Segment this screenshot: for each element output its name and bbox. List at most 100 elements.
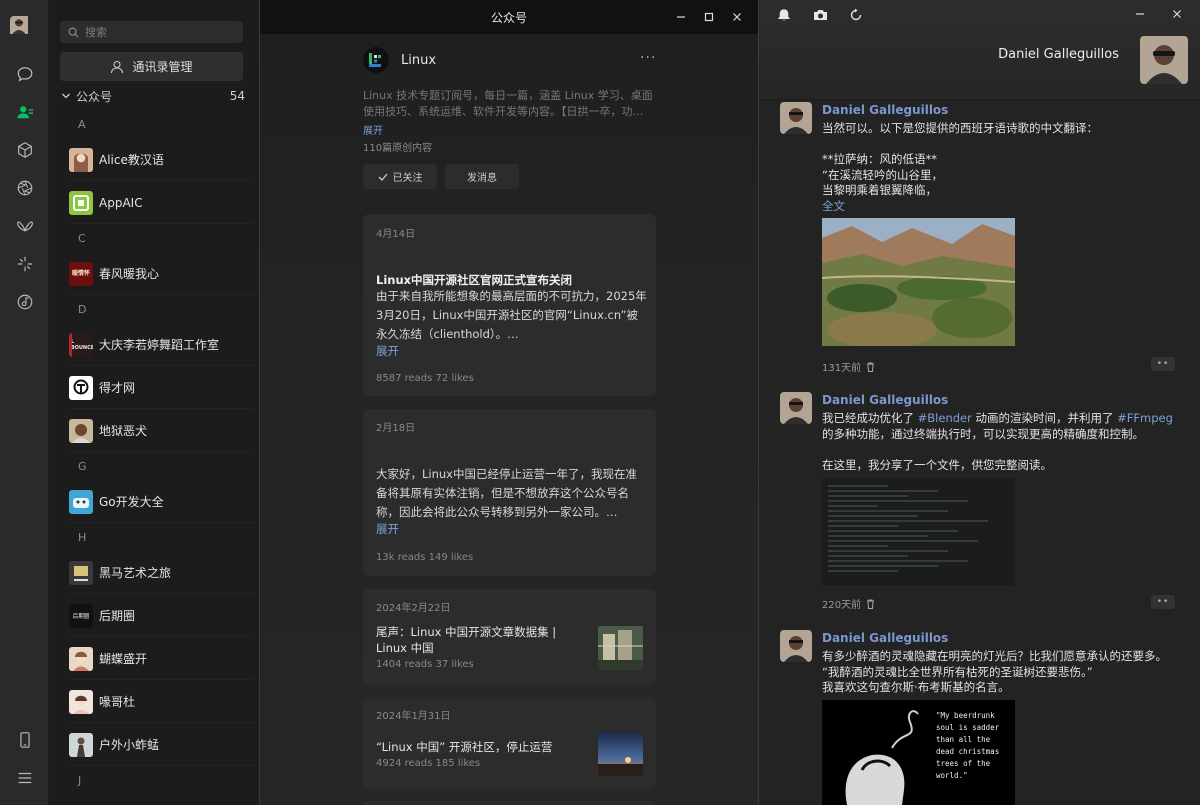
contact-name: 蝴蝶盛开 [99, 652, 148, 666]
article-card[interactable]: 2024年2月22日 尾声：Linux 中国开源文章数据集 | Linux 中国… [363, 589, 656, 685]
user-avatar[interactable] [10, 16, 39, 45]
hashtag-link[interactable]: #FFmpeg [1117, 411, 1173, 425]
window-titlebar: 公众号 [260, 0, 758, 34]
post-avatar[interactable] [780, 630, 812, 662]
followed-button[interactable]: 已关注 [363, 164, 437, 189]
article-date: 2月18日 [376, 423, 416, 434]
chevron-down-icon [62, 93, 70, 99]
contacts-panel: 搜索 通讯录管理 公众号 54 A Alice教汉语 AppAIC C 暖情怀 … [49, 0, 259, 805]
chat-icon[interactable] [0, 60, 49, 88]
article-card-partial[interactable] [363, 801, 656, 805]
article-stats: 4924 reads 185 likes [376, 758, 481, 769]
article-stats: 13k reads 149 likes [376, 552, 474, 563]
contact-avatar [69, 560, 93, 585]
window-title: 公众号 [490, 10, 527, 25]
aperture-icon[interactable] [0, 174, 49, 202]
expand-description-link[interactable]: 展开 [363, 122, 383, 137]
list-item[interactable]: Go开发大全 [69, 481, 254, 523]
post-author[interactable]: Daniel Galleguillos [822, 631, 948, 645]
quote-image-text: "My beerdrunk soul is sadder than all th… [936, 711, 1000, 780]
butterfly-icon[interactable] [0, 212, 49, 240]
contact-avatar [69, 375, 93, 400]
list-item[interactable]: 喙哥杜 [69, 681, 254, 723]
contact-name: AppAIC [99, 195, 143, 210]
followed-label: 已关注 [392, 173, 423, 184]
group-label: 公众号 [76, 89, 113, 104]
minimize-icon[interactable] [676, 12, 686, 22]
minimize-icon[interactable] [1131, 5, 1149, 23]
post-more-button[interactable]: •• [1151, 357, 1175, 371]
menu-icon[interactable] [0, 764, 49, 792]
camera-icon[interactable] [811, 6, 829, 24]
letter-header: H [78, 531, 87, 544]
post-author[interactable]: Daniel Galleguillos [822, 393, 948, 407]
contacts-manage-button[interactable]: 通讯录管理 [60, 52, 243, 81]
expand-article-link[interactable]: 展开 [376, 343, 399, 359]
article-card[interactable]: 2024年1月31日 “Linux 中国” 开源社区，停止运营 4924 rea… [363, 697, 656, 789]
close-icon[interactable] [1168, 5, 1186, 23]
refresh-icon[interactable] [847, 6, 865, 24]
post-text: 我已经成功优化了 #Blender 动画的渲染时间，并利用了 #FFmpeg 的… [822, 411, 1182, 473]
more-options-icon[interactable]: ··· [640, 50, 656, 66]
expand-article-link[interactable]: 展开 [376, 521, 399, 537]
list-item[interactable]: AppAIC [69, 182, 254, 224]
article-body: 大家好，Linux中国已经停止运营一年了，我现在准备将其原有实体注销，但是不想放… [376, 467, 637, 519]
moments-user-avatar[interactable] [1140, 36, 1188, 84]
phone-icon[interactable] [0, 726, 49, 754]
article-date: 4月14日 [376, 229, 416, 240]
contact-avatar [69, 489, 93, 514]
list-item[interactable]: 暖情怀 春风暖我心 [69, 253, 254, 295]
contact-name: 户外小蚱蜢 [99, 738, 160, 752]
box-icon[interactable] [0, 136, 49, 164]
music-icon[interactable] [0, 288, 49, 316]
letter-header: C [78, 232, 86, 245]
send-message-button[interactable]: 发消息 [445, 164, 519, 189]
search-input[interactable]: 搜索 [60, 21, 243, 43]
post-more-button[interactable]: •• [1151, 595, 1175, 609]
close-icon[interactable] [732, 12, 742, 22]
moments-pane: Daniel Galleguillos Daniel Galleguillos … [759, 0, 1200, 805]
article-card[interactable]: 2月18日 大家好，Linux中国已经停止运营一年了，我现在准备将其原有实体注销… [363, 409, 656, 576]
post-image[interactable] [822, 218, 1015, 346]
post-avatar[interactable] [780, 392, 812, 424]
list-item[interactable]: 得才网 [69, 367, 254, 409]
letter-header: A [78, 118, 86, 131]
list-item[interactable]: Alice教汉语 [69, 139, 254, 181]
linux-logo-icon [363, 47, 389, 73]
list-item[interactable]: 后期圈 后期圈 [69, 595, 254, 637]
full-text-link[interactable]: 全文 [822, 198, 845, 214]
post-avatar[interactable] [780, 102, 812, 134]
post-author[interactable]: Daniel Galleguillos [822, 103, 948, 117]
bell-icon[interactable] [775, 6, 793, 24]
list-item[interactable]: 户外小蚱蜢 [69, 724, 254, 766]
article-title: 尾声：Linux 中国开源文章数据集 | Linux 中国 [376, 625, 557, 655]
article-title: “Linux 中国” 开源社区，停止运营 [376, 740, 553, 754]
post-text: 当然可以。以下是您提供的西班牙语诗歌的中文翻译： **拉萨纳：风的低语** “在… [822, 121, 1098, 197]
contact-avatar [69, 689, 93, 714]
official-accounts-group[interactable]: 公众号 54 [61, 86, 245, 106]
list-item[interactable]: 蝴蝶盛开 [69, 638, 254, 680]
article-body: 由于来自我所能想象的最高层面的不可抗力，2025年3月20日，Linux中国开源… [376, 289, 647, 341]
maximize-icon[interactable] [704, 12, 714, 22]
search-placeholder: 搜索 [85, 26, 107, 39]
trash-icon[interactable] [866, 599, 875, 609]
article-card[interactable]: 4月14日 Linux中国开源社区官网正式宣布关闭 由于来自我所能想象的最高层面… [363, 214, 656, 396]
article-title: Linux中国开源社区官网正式宣布关闭 [376, 273, 573, 287]
article-thumbnail [598, 626, 643, 670]
app-window: 搜索 通讯录管理 公众号 54 A Alice教汉语 AppAIC C 暖情怀 … [0, 0, 1200, 805]
contact-name: 后期圈 [99, 609, 136, 623]
post-image[interactable] [822, 478, 1015, 585]
post-text: 有多少醉酒的灵魂隐藏在明亮的灯光后？比我们愿意承认的还要多。 “我醉酒的灵魂比全… [822, 649, 1167, 694]
profile-content: Linux ··· Linux 技术专题订阅号，每日一篇，涵盖 Linux 学习… [260, 34, 758, 805]
search-icon [68, 27, 79, 38]
contact-avatar [69, 190, 93, 215]
list-item[interactable]: 地狱恶犬 [69, 410, 254, 452]
post-image[interactable]: "My beerdrunk soul is sadder than all th… [822, 700, 1015, 805]
list-item[interactable]: L BOUNCE 大庆李若婷舞蹈工作室 [69, 324, 254, 366]
trash-icon[interactable] [866, 362, 875, 372]
account-name: Linux [401, 53, 437, 68]
hashtag-link[interactable]: #Blender [918, 411, 972, 425]
sparkle-icon[interactable] [0, 250, 49, 278]
list-item[interactable]: 黑马艺术之旅 [69, 552, 254, 594]
contacts-icon[interactable] [0, 98, 49, 126]
